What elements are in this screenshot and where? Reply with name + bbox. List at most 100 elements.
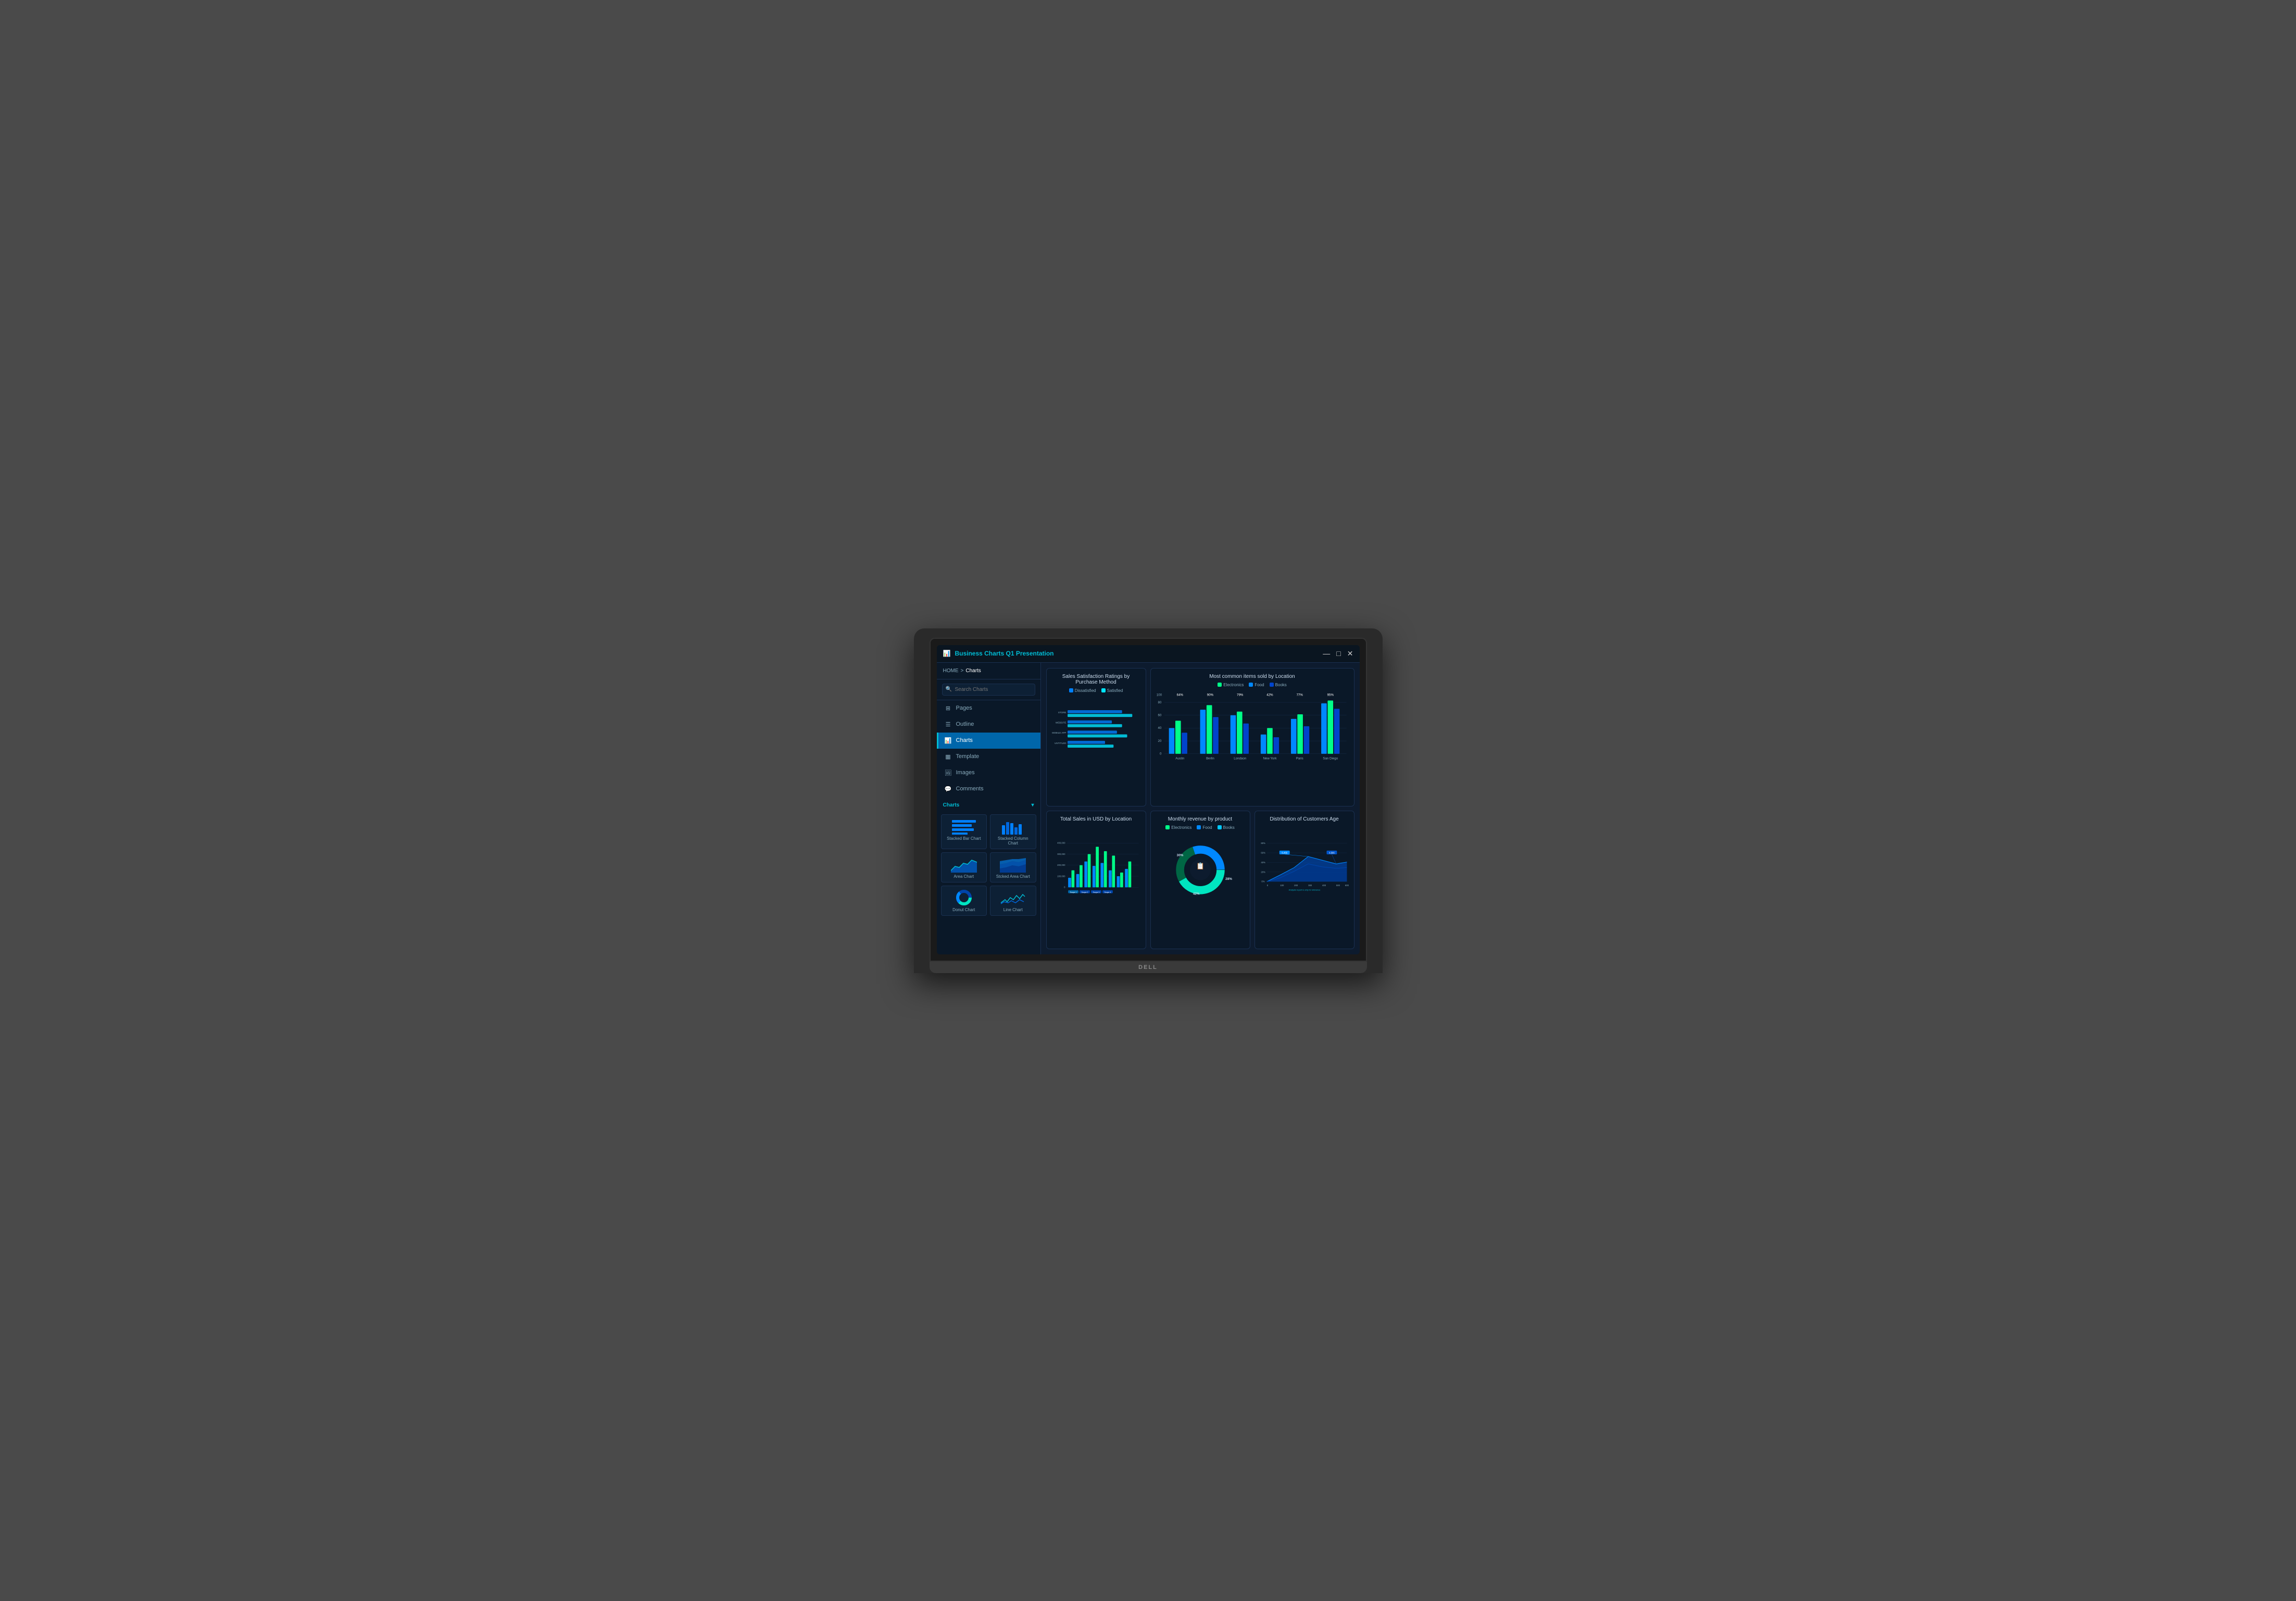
svg-text:95%: 95% xyxy=(1327,693,1334,697)
svg-text:0%: 0% xyxy=(1261,880,1264,883)
maximize-button[interactable]: □ xyxy=(1336,649,1340,658)
sales-satisfaction-card: Sales Satisfaction Ratings by Purchase M… xyxy=(1046,668,1146,806)
stacked-col-preview xyxy=(1000,818,1026,835)
svg-text:200: 200 xyxy=(1294,884,1298,886)
sidebar-charts-section[interactable]: Charts ▾ xyxy=(937,797,1040,811)
legend-label-satisfied: Satisfied xyxy=(1107,688,1123,693)
thumb-stacked-col[interactable]: Stacked Column Chart xyxy=(990,814,1036,849)
comments-icon: 💬 xyxy=(945,786,952,792)
svg-text:200,000: 200,000 xyxy=(1057,864,1065,866)
customer-age-card: Distribution of Customers Age 0% 20% 40%… xyxy=(1254,811,1354,949)
svg-text:New York: New York xyxy=(1263,757,1277,760)
svg-text:64%: 64% xyxy=(1176,693,1183,697)
svg-text:6,455: 6,455 xyxy=(1282,851,1287,854)
minimize-button[interactable]: — xyxy=(1323,649,1330,658)
laptop-logo xyxy=(930,962,1367,973)
legend-label-rev-food: Food xyxy=(1202,825,1212,830)
app-window: 📊 Business Charts Q1 Presentation — □ ✕ … xyxy=(937,645,1360,954)
legend-label-rev-books: Books xyxy=(1223,825,1235,830)
svg-text:WEBSITE: WEBSITE xyxy=(1055,721,1066,724)
stacked-area-label: Stcked Area Chart xyxy=(996,874,1030,879)
breadcrumb: HOME > Charts xyxy=(937,663,1040,679)
line-preview xyxy=(1000,889,1026,906)
svg-text:Paris: Paris xyxy=(1296,757,1303,760)
legend-dot-dissatisfied xyxy=(1069,688,1073,692)
thumb-stacked-area[interactable]: Stcked Area Chart xyxy=(990,852,1036,883)
thumb-area[interactable]: Area Chart xyxy=(941,852,987,883)
charts-label: Charts xyxy=(956,737,973,743)
svg-text:20: 20 xyxy=(1158,739,1161,742)
legend-dissatisfied: Dissatisfied xyxy=(1069,688,1096,693)
sales-satisfaction-legend: Dissatisfied Satisfied xyxy=(1052,688,1140,693)
svg-text:80%: 80% xyxy=(1261,842,1265,844)
svg-text:300,000: 300,000 xyxy=(1057,852,1065,855)
customer-age-title: Distribution of Customers Age xyxy=(1260,816,1349,822)
sidebar-item-charts[interactable]: 📊 Charts xyxy=(937,733,1040,749)
outline-label: Outline xyxy=(956,721,974,727)
thumb-line[interactable]: Line Chart xyxy=(990,886,1036,916)
breadcrumb-home[interactable]: HOME xyxy=(943,668,959,674)
area-label: Area Chart xyxy=(953,874,974,879)
template-icon: ▦ xyxy=(945,753,952,760)
sidebar-item-outline[interactable]: ☰ Outline xyxy=(937,716,1040,733)
app-icon: 📊 xyxy=(943,650,951,657)
svg-text:Scope 2: Scope 2 xyxy=(1081,891,1088,893)
monthly-revenue-svg: 📋 30% 28% 42% xyxy=(1156,832,1245,902)
customer-age-svg: 0% 20% 40% 60% 80% 0 100 200 300 400 500 xyxy=(1260,825,1349,901)
search-icon: 🔍 xyxy=(946,687,952,692)
svg-text:100: 100 xyxy=(1156,693,1162,697)
svg-text:Scope 4: Scope 4 xyxy=(1104,891,1111,893)
svg-text:Londaon: Londaon xyxy=(1234,757,1247,760)
svg-text:30%: 30% xyxy=(1176,853,1183,857)
search-input[interactable] xyxy=(942,684,1035,696)
common-items-svg: 0 20 40 60 80 100 xyxy=(1156,689,1349,762)
sidebar-item-template[interactable]: ▦ Template xyxy=(937,749,1040,765)
svg-text:0: 0 xyxy=(1064,886,1065,888)
legend-rev-food: Food xyxy=(1197,825,1212,830)
svg-text:400,000: 400,000 xyxy=(1057,841,1065,844)
svg-text:60%: 60% xyxy=(1261,851,1265,854)
legend-label-books: Books xyxy=(1275,683,1287,687)
close-button[interactable]: ✕ xyxy=(1347,649,1353,658)
thumb-stacked-bar[interactable]: Stacked Bar Chart xyxy=(941,814,987,849)
sales-satisfaction-svg: STORE WEBSITE MOBILE APP xyxy=(1052,695,1140,763)
svg-text:Austin: Austin xyxy=(1175,757,1185,760)
svg-text:80: 80 xyxy=(1158,700,1161,704)
svg-text:UNTITLED: UNTITLED xyxy=(1055,741,1067,744)
svg-text:42%: 42% xyxy=(1193,892,1199,896)
template-label: Template xyxy=(956,753,980,760)
sidebar-item-images[interactable]: 🖼 Images xyxy=(937,765,1040,781)
legend-food: Food xyxy=(1249,683,1264,687)
sidebar: HOME > Charts 🔍 ⊞ Pages xyxy=(937,663,1041,954)
common-items-title: Most common items sold by Location xyxy=(1156,674,1349,679)
legend-rev-electronics: Electronics xyxy=(1165,825,1191,830)
total-sales-card: Total Sales in USD by Location 0 100,000… xyxy=(1046,811,1146,949)
stacked-bar-preview xyxy=(951,818,977,835)
svg-text:Scope 3: Scope 3 xyxy=(1093,891,1099,893)
monthly-revenue-title: Monthly revenue by product xyxy=(1156,816,1245,822)
stacked-bar-label: Stacked Bar Chart xyxy=(947,836,981,841)
svg-text:MOBILE APP: MOBILE APP xyxy=(1052,732,1066,734)
svg-text:0: 0 xyxy=(1160,752,1162,755)
svg-text:San Diego: San Diego xyxy=(1323,757,1338,760)
charts-icon: 📊 xyxy=(945,737,952,744)
images-label: Images xyxy=(956,770,975,776)
app-layout: HOME > Charts 🔍 ⊞ Pages xyxy=(937,663,1360,954)
thumb-donut[interactable]: Donut Chart xyxy=(941,886,987,916)
sidebar-item-comments[interactable]: 💬 Comments xyxy=(937,781,1040,797)
svg-text:600: 600 xyxy=(1345,884,1348,886)
sidebar-item-pages[interactable]: ⊞ Pages xyxy=(937,700,1040,716)
pages-icon: ⊞ xyxy=(945,705,952,712)
total-sales-svg: 0 100,000 200,000 300,000 400,000 xyxy=(1052,825,1140,901)
svg-text:4,566: 4,566 xyxy=(1329,851,1335,854)
breadcrumb-separator: > xyxy=(961,668,964,674)
legend-dot-books xyxy=(1270,683,1274,687)
svg-text:40%: 40% xyxy=(1261,861,1265,863)
svg-text:Analysis report is only for re: Analysis report is only for reference xyxy=(1288,888,1320,891)
legend-label-food: Food xyxy=(1254,683,1264,687)
window-title: Business Charts Q1 Presentation xyxy=(955,650,1053,657)
legend-dot-food xyxy=(1249,683,1253,687)
outline-icon: ☰ xyxy=(945,721,952,728)
svg-text:📋: 📋 xyxy=(1196,862,1205,869)
chart-thumbnails: Stacked Bar Chart Stacked Colum xyxy=(937,811,1040,919)
